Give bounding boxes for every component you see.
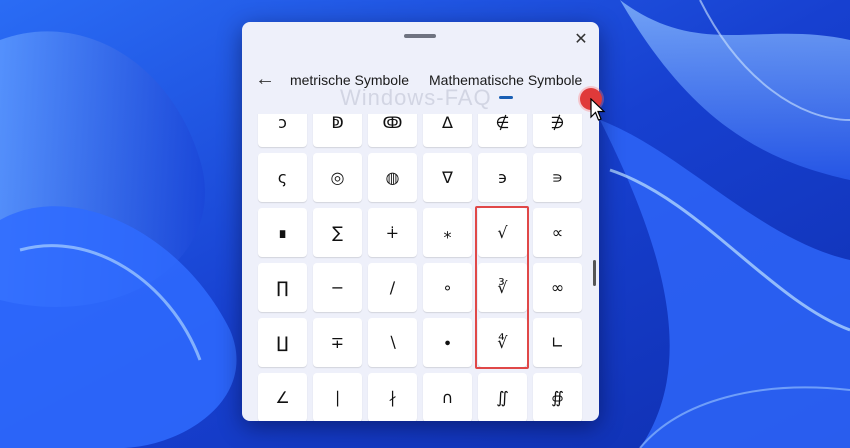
symbol-key[interactable]: ∩ [423,373,472,421]
symbol-key[interactable]: ∟ [533,318,582,367]
symbol-key[interactable]: ∣ [313,373,362,421]
symbol-key[interactable]: ∉ [478,114,527,147]
symbol-key[interactable]: ∓ [313,318,362,367]
symbol-key[interactable]: ∤ [368,373,417,421]
symbol-key[interactable]: ∐ [258,318,307,367]
symbol-key[interactable]: ∇ [423,153,472,202]
symbol-key[interactable]: ∖ [368,318,417,367]
symbol-key[interactable]: ∘ [423,263,472,312]
symbol-grid-viewport: ↄ ↁ ↂ ∆ ∉ ∌ ς ◎ ◍ ∇ ϶ ∍ ∎ ∑ ∔ ⁎ √ ∝ ∏ − ∕ ∘ ∛ ∞ ∐ ∓ ∖ ∙ ∜ ∟ ∠ ∣ ∤ ∩ ∬ ∯ [242,114,599,421]
symbol-key[interactable]: ∜ [478,318,527,367]
symbol-key[interactable]: ↁ [313,114,362,147]
active-tab-indicator [499,96,513,99]
symbol-key[interactable]: ⁎ [423,208,472,257]
symbol-grid: ↄ ↁ ↂ ∆ ∉ ∌ ς ◎ ◍ ∇ ϶ ∍ ∎ ∑ ∔ ⁎ √ ∝ ∏ − ∕ ∘ ∛ ∞ ∐ ∓ ∖ ∙ ∜ ∟ ∠ ∣ ∤ ∩ ∬ ∯ [258,114,582,421]
symbol-key[interactable]: ∍ [533,153,582,202]
symbol-key[interactable]: ∎ [258,208,307,257]
symbol-key[interactable]: ∕ [368,263,417,312]
scrollbar-thumb[interactable] [593,260,596,286]
emoji-symbol-panel: ✕ ← metrische Symbole Mathematische Symb… [242,22,599,421]
symbol-key[interactable]: ∠ [258,373,307,421]
symbol-key[interactable]: ∙ [423,318,472,367]
symbol-key[interactable]: ∬ [478,373,527,421]
mouse-pointer-icon [590,98,606,121]
symbol-key[interactable]: ∔ [368,208,417,257]
symbol-key[interactable]: ϶ [478,153,527,202]
symbol-key[interactable]: ↂ [368,114,417,147]
symbol-key[interactable]: ∞ [533,263,582,312]
watermark: Windows-FAQ [340,85,492,110]
symbol-key[interactable]: ◎ [313,153,362,202]
symbol-key[interactable]: ∛ [478,263,527,312]
back-button[interactable]: ← [254,68,276,90]
close-button[interactable]: ✕ [570,28,592,50]
symbol-key[interactable]: − [313,263,362,312]
symbol-key[interactable]: ↄ [258,114,307,147]
symbol-key[interactable]: ∏ [258,263,307,312]
symbol-key[interactable]: ς [258,153,307,202]
symbol-key[interactable]: ∆ [423,114,472,147]
symbol-key[interactable]: ∯ [533,373,582,421]
symbol-key[interactable]: ∌ [533,114,582,147]
symbol-key[interactable]: √ [478,208,527,257]
symbol-key[interactable]: ∑ [313,208,362,257]
drag-handle[interactable] [404,34,436,38]
symbol-key[interactable]: ∝ [533,208,582,257]
close-icon: ✕ [574,31,588,48]
symbol-key[interactable]: ◍ [368,153,417,202]
back-arrow-icon: ← [255,67,275,90]
